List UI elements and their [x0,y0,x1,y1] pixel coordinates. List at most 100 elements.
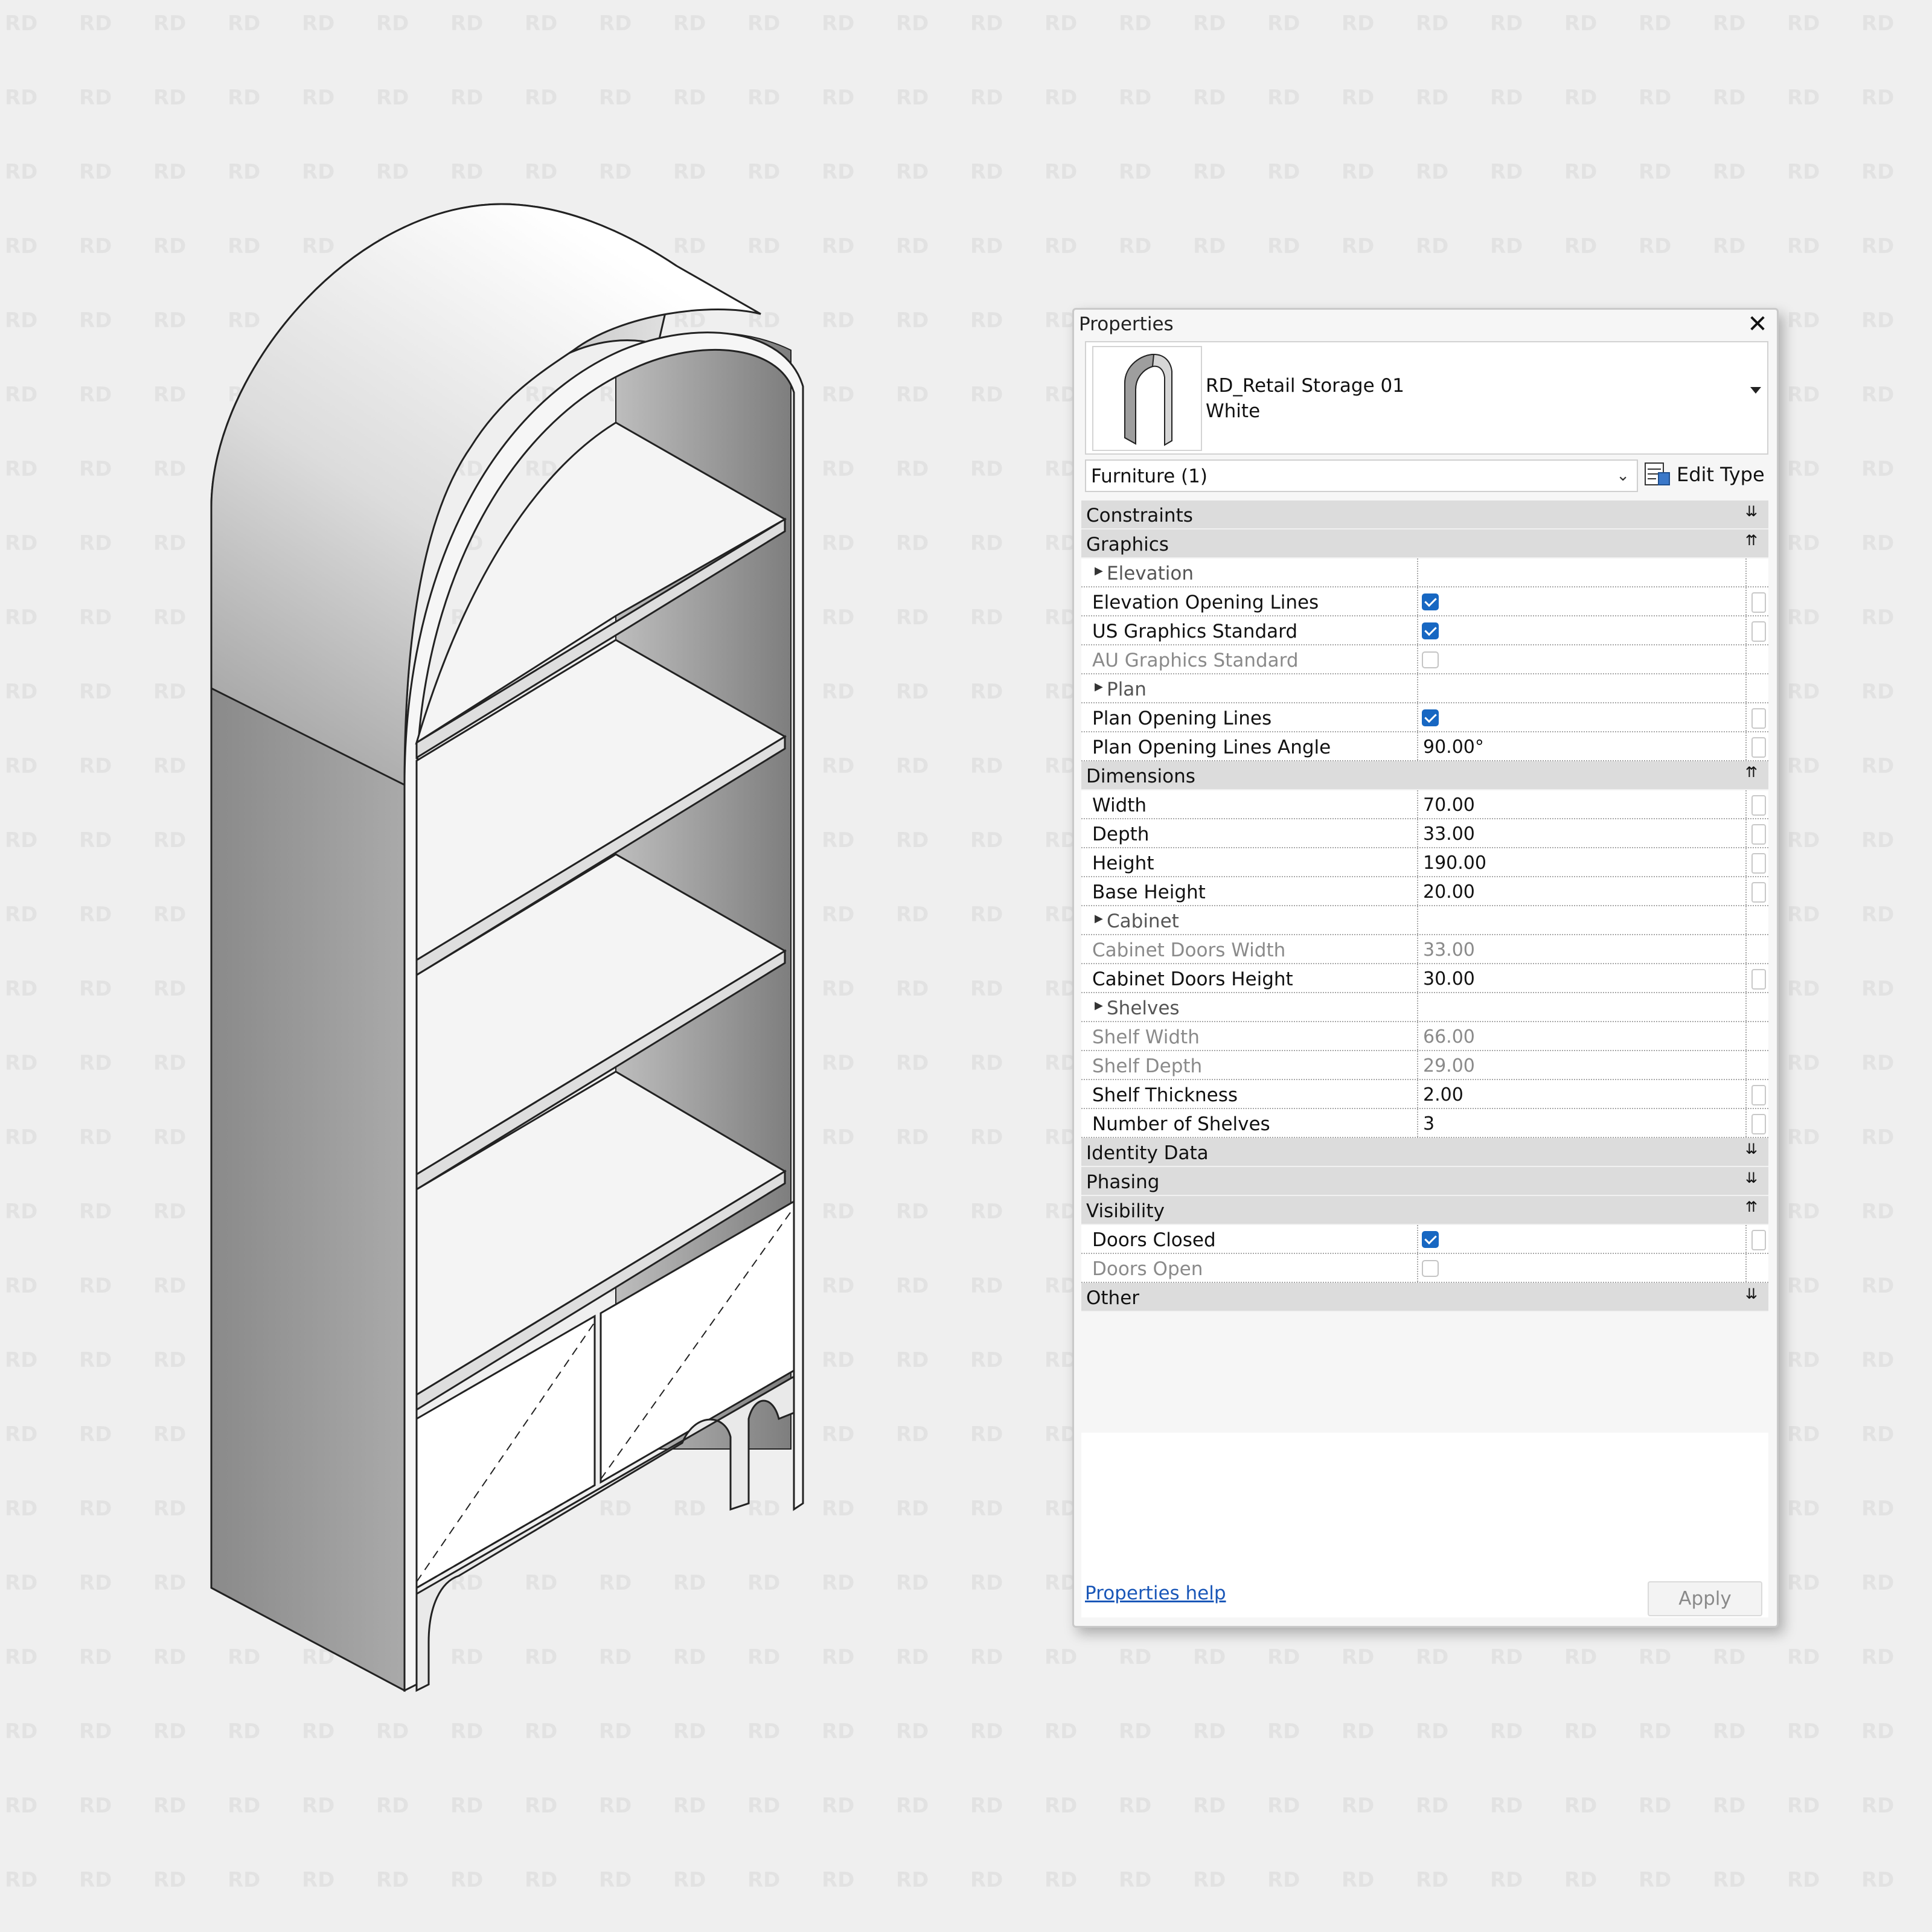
watermark-text: RD [1342,1868,1374,1892]
edit-type-button[interactable]: Edit Type [1640,457,1767,491]
watermark-text: RD [525,160,557,184]
prop-row-number-of-shelves: Number of Shelves 3 [1081,1109,1768,1138]
watermark-text: RD [1267,1868,1300,1892]
watermark-text: RD [1044,1719,1077,1744]
collapse-icon[interactable]: ⇈ [1745,532,1758,549]
watermark-text: RD [1193,234,1226,258]
prop-value-field[interactable]: 190.00 [1423,852,1486,874]
category-graphics[interactable]: Graphics ⇈ [1081,529,1768,558]
prop-value-field[interactable]: 70.00 [1423,795,1475,816]
watermark-text: RD [1267,1794,1300,1818]
group-row-plan[interactable]: ▶ Plan [1081,674,1768,703]
prop-value-field[interactable]: 2.00 [1423,1084,1463,1105]
watermark-text: RD [747,1868,780,1892]
category-other[interactable]: Other ⇊ [1081,1283,1768,1312]
watermark-text: RD [450,160,483,184]
watermark-text: RD [1342,1645,1374,1669]
group-row-elevation[interactable]: ▶ Elevation [1081,558,1768,587]
watermark-text: RD [896,828,929,852]
apply-button[interactable]: Apply [1648,1581,1762,1616]
edit-type-icon [1645,462,1670,485]
watermark-text: RD [896,903,929,927]
checkbox[interactable] [1422,593,1439,610]
watermark-text: RD [1861,1719,1894,1744]
associate-parameter-button[interactable] [1751,1114,1766,1134]
associate-parameter-button[interactable] [1751,853,1766,874]
associate-parameter-button[interactable] [1751,1230,1766,1250]
watermark-text: RD [153,1794,186,1818]
caret-right-icon[interactable]: ▶ [1095,565,1103,577]
watermark-text: RD [153,1051,186,1075]
prop-name: Cabinet Doors Height [1092,968,1293,990]
group-label: Shelves [1107,997,1180,1019]
watermark-text: RD [896,977,929,1001]
watermark-text: RD [896,383,929,407]
prop-value-field[interactable]: 20.00 [1423,881,1475,903]
watermark-text: RD [5,1348,37,1372]
associate-parameter-button[interactable] [1751,621,1766,642]
watermark-text: RD [153,11,186,36]
checkbox[interactable] [1422,709,1439,726]
properties-help-link[interactable]: Properties help [1085,1582,1226,1604]
prop-row-us-graphics-standard: US Graphics Standard [1081,616,1768,645]
category-identity-data[interactable]: Identity Data ⇊ [1081,1138,1768,1167]
watermark-text: RD [673,1794,706,1818]
watermark-text: RD [1787,680,1820,704]
expand-icon[interactable]: ⇊ [1745,1169,1758,1186]
category-label: Dimensions [1086,766,1195,787]
watermark-text: RD [302,11,334,36]
prop-row-height: Height 190.00 [1081,848,1768,877]
associate-parameter-button[interactable] [1751,969,1766,990]
close-button[interactable]: ✕ [1745,312,1770,336]
watermark-text: RD [970,754,1003,778]
watermark-text: RD [5,531,37,555]
expand-icon[interactable]: ⇊ [1745,1285,1758,1302]
watermark-text: RD [5,1125,37,1150]
expand-icon[interactable]: ⇊ [1745,503,1758,520]
caret-right-icon[interactable]: ▶ [1095,999,1103,1012]
associate-parameter-button[interactable] [1751,824,1766,845]
associate-parameter-button[interactable] [1751,882,1766,903]
instance-filter-label: Furniture (1) [1091,465,1208,487]
prop-row-plan-opening-lines-angle: Plan Opening Lines Angle 90.00° [1081,732,1768,761]
prop-value-field[interactable]: 3 [1423,1113,1435,1134]
expand-icon[interactable]: ⇊ [1745,1140,1758,1157]
watermark-text: RD [970,1125,1003,1150]
checkbox[interactable] [1422,1231,1439,1248]
watermark-text: RD [1044,1794,1077,1818]
prop-value-field[interactable]: 30.00 [1423,968,1475,990]
watermark-text: RD [970,457,1003,481]
caret-right-icon[interactable]: ▶ [1095,680,1103,693]
watermark-text: RD [1044,1645,1077,1669]
watermark-text: RD [1861,1497,1894,1521]
checkbox[interactable] [1422,622,1439,639]
associate-parameter-button[interactable] [1751,1085,1766,1105]
associate-parameter-button[interactable] [1751,708,1766,729]
watermark-text: RD [5,1422,37,1447]
type-selector[interactable]: RD_Retail Storage 01 White [1085,341,1768,455]
category-constraints[interactable]: Constraints ⇊ [1081,501,1768,529]
prop-value-field[interactable]: 90.00° [1423,737,1484,758]
watermark-text: RD [1787,309,1820,333]
category-visibility[interactable]: Visibility ⇈ [1081,1196,1768,1225]
associate-parameter-button[interactable] [1751,795,1766,816]
group-row-cabinet[interactable]: ▶ Cabinet [1081,906,1768,935]
collapse-icon[interactable]: ⇈ [1745,1198,1758,1215]
collapse-icon[interactable]: ⇈ [1745,764,1758,781]
watermark-text: RD [1861,1125,1894,1150]
watermark-text: RD [153,1422,186,1447]
prop-name: Doors Closed [1092,1229,1216,1251]
associate-parameter-button[interactable] [1751,737,1766,758]
category-phasing[interactable]: Phasing ⇊ [1081,1167,1768,1196]
type-dropdown-arrow-icon[interactable] [1750,387,1761,394]
category-dimensions[interactable]: Dimensions ⇈ [1081,761,1768,790]
caret-right-icon[interactable]: ▶ [1095,912,1103,925]
instance-filter-dropdown[interactable]: Furniture (1) ⌄ [1085,459,1638,492]
group-row-shelves[interactable]: ▶ Shelves [1081,993,1768,1022]
prop-name: Cabinet Doors Width [1092,939,1286,961]
prop-row-cabinet-doors-width: Cabinet Doors Width 33.00 [1081,935,1768,964]
prop-value-field[interactable]: 33.00 [1423,824,1475,845]
associate-parameter-button[interactable] [1751,592,1766,613]
watermark-text: RD [1861,1645,1894,1669]
prop-row-width: Width 70.00 [1081,790,1768,819]
